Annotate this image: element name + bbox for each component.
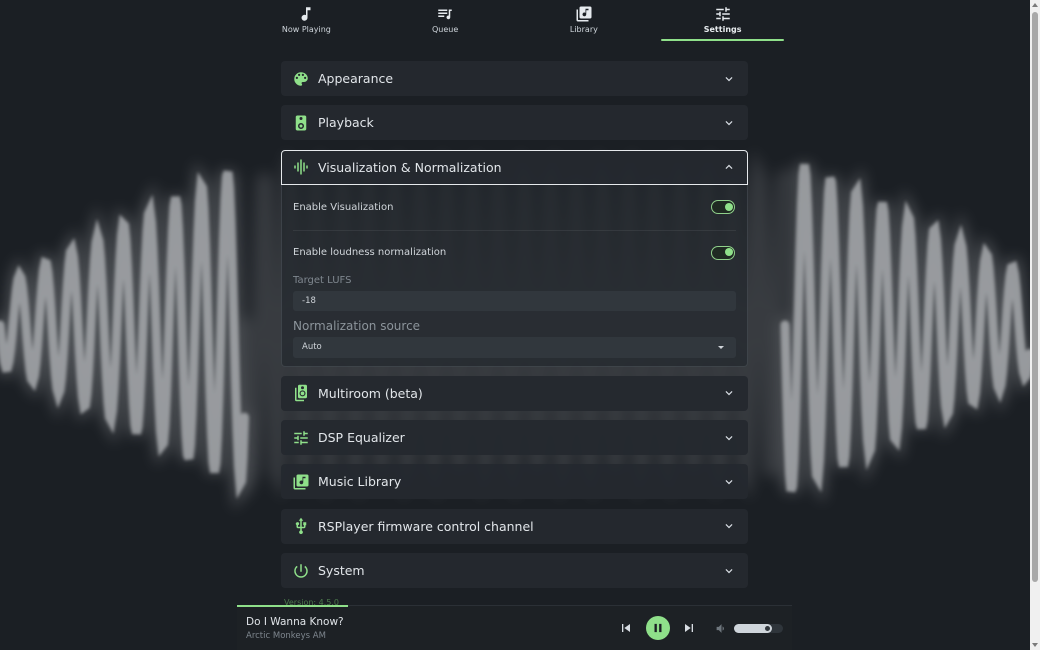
tab-label: Library (569, 25, 598, 34)
panel-title: DSP Equalizer (318, 430, 405, 446)
settings-panels: Appearance Playback Visualization & Norm… (281, 61, 748, 597)
speaker-group-icon (295, 385, 307, 402)
tab-label: Queue (431, 25, 459, 34)
tab-queue[interactable]: Queue (376, 0, 515, 42)
top-navigation: Now Playing Queue Library Settings (237, 0, 792, 42)
target-lufs-label: Target LUFS (293, 274, 352, 286)
pause-button[interactable] (646, 616, 670, 640)
waveform-icon (294, 159, 308, 175)
playback-progress[interactable] (237, 605, 348, 607)
toggle-knob (724, 202, 733, 211)
toggle-knob (724, 248, 733, 257)
queue-icon (438, 9, 452, 20)
setting-row-visualization: Enable Visualization (293, 185, 736, 231)
tab-settings[interactable]: Settings (653, 0, 792, 42)
panel-title: Music Library (318, 474, 402, 490)
power-icon (294, 563, 308, 578)
panel-title: Appearance (318, 71, 394, 86)
select-value: Auto (302, 342, 322, 353)
usb-icon (295, 518, 307, 535)
panel-playback[interactable]: Playback (281, 105, 748, 141)
tab-label: Settings (703, 25, 742, 34)
panel-appearance[interactable]: Appearance (281, 61, 748, 96)
palette-icon (294, 71, 308, 86)
page-scrollbar[interactable] (1030, 0, 1040, 650)
volume-icon[interactable] (715, 622, 728, 635)
setting-label: Enable Visualization (293, 201, 394, 213)
panel-system[interactable]: System (281, 553, 748, 589)
chevron-down-icon (725, 524, 733, 529)
setting-row-normalization: Enable loudness normalization (293, 231, 736, 275)
setting-label: Enable loudness normalization (293, 247, 447, 259)
panel-title: RSPlayer firmware control channel (318, 518, 534, 534)
track-title: Do I Wanna Know? (246, 616, 344, 628)
normalization-source-label: Normalization source (293, 318, 421, 333)
track-artist: Arctic Monkeys AM (246, 631, 326, 641)
panel-visualization-normalization[interactable]: Visualization & Normalization (281, 149, 748, 185)
normalization-source-select[interactable]: Auto (293, 336, 736, 358)
visualization-settings-body: Enable Visualization Enable loudness nor… (281, 184, 748, 367)
library-icon (576, 6, 592, 22)
tab-now-playing[interactable]: Now Playing (237, 0, 376, 42)
enable-normalization-toggle[interactable] (711, 245, 735, 260)
pause-icon (654, 623, 662, 633)
scroll-up-icon[interactable] (1032, 3, 1038, 7)
tab-library[interactable]: Library (515, 0, 654, 42)
panel-title: Multiroom (beta) (318, 385, 423, 401)
scroll-down-icon[interactable] (1032, 643, 1038, 647)
enable-visualization-toggle[interactable] (711, 200, 735, 215)
equalizer-icon (294, 430, 308, 445)
chevron-down-icon (725, 76, 733, 81)
previous-track-button[interactable] (618, 620, 634, 636)
tune-icon (715, 7, 730, 21)
next-track-button[interactable] (681, 620, 697, 636)
chevron-down-icon (725, 391, 733, 396)
panel-title: Playback (318, 115, 374, 131)
speaker-icon (295, 115, 307, 131)
panel-title: System (318, 563, 365, 579)
scroll-thumb[interactable] (1032, 12, 1038, 582)
panel-dsp-equalizer[interactable]: DSP Equalizer (281, 420, 748, 456)
library-music-icon (293, 474, 309, 490)
dropdown-caret-icon (718, 345, 724, 349)
chevron-down-icon (725, 479, 733, 485)
tab-label: Now Playing (281, 25, 331, 34)
chevron-up-icon (725, 164, 733, 170)
chevron-down-icon (725, 120, 733, 126)
target-lufs-input[interactable]: -18 (293, 290, 736, 311)
panel-firmware-control[interactable]: RSPlayer firmware control channel (281, 508, 748, 544)
volume-slider[interactable] (734, 624, 783, 633)
chevron-down-icon (725, 435, 733, 441)
player-bar: Do I Wanna Know? Arctic Monkeys AM (237, 605, 792, 650)
panel-title: Visualization & Normalization (318, 159, 502, 175)
music-note-icon (301, 7, 311, 21)
panel-multiroom[interactable]: Multiroom (beta) (281, 375, 748, 411)
chevron-down-icon (725, 568, 733, 573)
panel-music-library[interactable]: Music Library (281, 464, 748, 500)
